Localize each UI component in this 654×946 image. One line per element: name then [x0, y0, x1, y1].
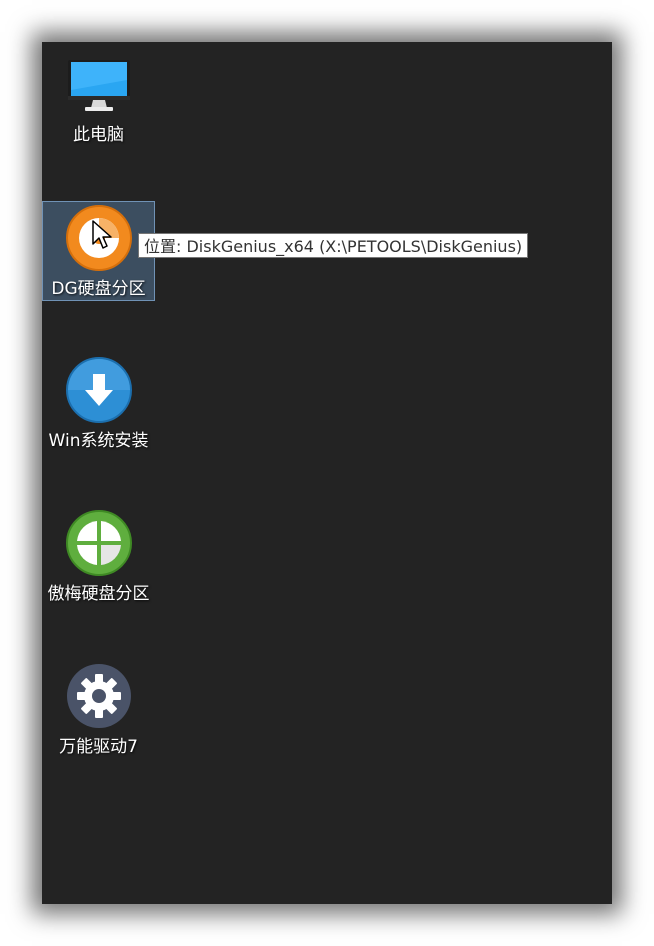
desktop[interactable]: 此电脑 DG硬盘分区 Win系统安装 傲梅硬盘分区 万能驱动7 位置: Disk… [42, 42, 612, 904]
desktop-icon-driver[interactable]: 万能驱动7 [42, 660, 155, 760]
desktop-icon-win-install[interactable]: Win系统安装 [42, 354, 155, 454]
desktop-icon-label: DG硬盘分区 [51, 279, 146, 299]
desktop-icon-label: 万能驱动7 [59, 737, 138, 757]
desktop-icon-label: 此电脑 [73, 125, 124, 145]
screenshot-frame: 此电脑 DG硬盘分区 Win系统安装 傲梅硬盘分区 万能驱动7 位置: Disk… [0, 0, 654, 946]
gear-icon [66, 664, 131, 728]
mouse-cursor-icon [92, 220, 112, 249]
desktop-icon-label: Win系统安装 [48, 431, 149, 451]
desktop-icon-label: 傲梅硬盘分区 [47, 584, 150, 604]
desktop-icon-aomei[interactable]: 傲梅硬盘分区 [42, 507, 155, 607]
download-arrow-icon [65, 357, 132, 423]
desktop-icon-this-pc[interactable]: 此电脑 [42, 48, 155, 148]
aomei-partition-icon [65, 510, 132, 576]
location-tooltip: 位置: DiskGenius_x64 (X:\PETOOLS\DiskGeniu… [138, 233, 529, 258]
computer-monitor-icon [67, 60, 130, 111]
